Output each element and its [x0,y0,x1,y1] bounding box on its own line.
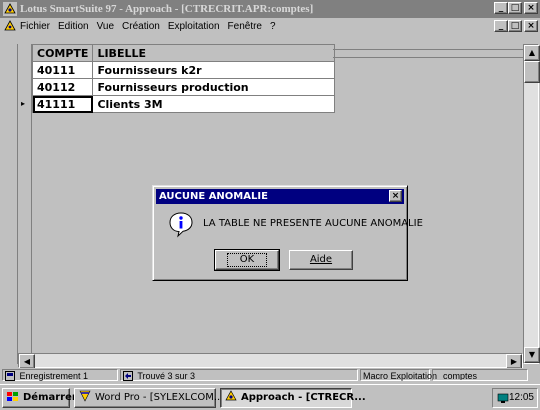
window-title: Lotus SmartSuite 97 - Approach - [CTRECR… [20,3,314,15]
find-icon [123,371,133,381]
accounts-table: COMPTE LIBELLE 40111 Fournisseurs k2r 40… [31,44,336,113]
taskbar-approach-label: Approach - [CTRECR... [241,392,366,403]
table-row[interactable]: 40111 Fournisseurs k2r [31,61,336,79]
table-header: COMPTE LIBELLE [31,44,336,62]
status-view: comptes [443,371,478,381]
tray-network-icon[interactable] [497,392,509,404]
status-mode-panel[interactable]: Enregistrement 1 [2,369,118,381]
help-button[interactable]: Aide [289,250,353,270]
taskbar-word-label: Word Pro - [SYLEXLCOM... [95,392,224,403]
table-row[interactable]: 41111 Clients 3M [31,95,336,113]
status-macro-panel[interactable]: Macro Exploitation [360,369,437,381]
mode-icon [5,371,15,381]
doc-close-button[interactable]: × [524,20,538,32]
record-selector-column [18,44,32,364]
windows-logo-icon [7,392,18,401]
cell-compte[interactable]: 41111 [31,95,94,113]
doc-restore-button[interactable]: □ [508,20,522,32]
screen: Lotus SmartSuite 97 - Approach - [CTRECR… [0,0,540,410]
taskbar-item-word-pro[interactable]: Word Pro - [SYLEXLCOM... [74,388,223,408]
current-record-pointer-icon: ▸ [21,99,26,108]
status-bar: Enregistrement 1 Trouvé 3 sur 3 Macro Ex… [0,368,540,382]
vertical-scroll-thumb[interactable] [524,61,540,83]
ok-button[interactable]: OK [214,249,280,271]
start-label: Démarrer [23,392,77,403]
cell-libelle[interactable]: Clients 3M [92,95,336,113]
document-icon[interactable] [4,20,16,32]
left-frame [0,44,18,364]
menu-bar: Fichier Edition Vue Création Exploitatio… [0,18,540,35]
menu-creation[interactable]: Création [122,18,160,35]
menu-fenetre[interactable]: Fenêtre [228,18,262,35]
ok-button-label: OK [226,253,268,267]
menu-fichier[interactable]: Fichier [20,18,50,35]
approach-icon [225,390,237,401]
help-button-label: Aide [309,254,333,265]
maximize-button[interactable]: □ [508,2,522,14]
menu-exploitation[interactable]: Exploitation [168,18,220,35]
menu-edition[interactable]: Edition [58,18,89,35]
column-header-compte[interactable]: COMPTE [31,44,94,62]
window-controls: _ □ × [494,2,538,14]
info-icon [169,212,193,238]
clock[interactable]: 12:05 [509,389,534,407]
menu-vue[interactable]: Vue [97,18,114,35]
taskbar: Démarrer Word Pro - [SYLEXLCOM... Approa… [0,384,540,410]
document-controls: _ □ × [494,20,538,32]
dialog-title: AUCUNE ANOMALIE [159,191,268,202]
header-divider [333,44,523,58]
table-row[interactable]: 40112 Fournisseurs production [31,78,336,96]
scroll-down-icon[interactable]: ▼ [524,347,540,363]
doc-minimize-button[interactable]: _ [494,20,508,32]
cell-compte[interactable]: 40112 [31,78,94,96]
menu-help[interactable]: ? [270,18,276,35]
column-header-libelle[interactable]: LIBELLE [92,44,336,62]
vertical-scrollbar[interactable]: ▲ ▼ [523,44,540,364]
status-found: Trouvé 3 sur 3 [137,371,196,381]
start-button[interactable]: Démarrer [2,388,77,408]
scroll-right-icon[interactable]: ▶ [506,354,522,369]
taskbar-item-approach[interactable]: Approach - [CTRECR... [220,388,366,408]
window-titlebar[interactable]: Lotus SmartSuite 97 - Approach - [CTRECR… [0,0,540,18]
status-macro: Macro Exploitation [363,371,438,381]
cell-libelle[interactable]: Fournisseurs k2r [92,61,336,79]
dialog-titlebar[interactable]: AUCUNE ANOMALIE × [156,189,404,204]
system-tray: 12:05 [492,388,538,408]
worksheet-area: ▸ COMPTE LIBELLE 40111 Fournisseurs k2r … [0,35,540,369]
dialog-close-button[interactable]: × [389,190,402,202]
dialog-message: LA TABLE NE PRESENTE AUCUNE ANOMALIE [203,218,423,229]
cell-compte[interactable]: 40111 [31,61,94,79]
status-view-panel[interactable]: comptes [432,369,528,381]
lotus-app-icon[interactable] [3,2,17,16]
minimize-button[interactable]: _ [494,2,508,14]
cell-libelle[interactable]: Fournisseurs production [92,78,336,96]
close-button[interactable]: × [524,2,538,14]
scroll-left-icon[interactable]: ◀ [19,354,35,369]
status-mode: Enregistrement 1 [19,371,89,381]
no-anomaly-dialog: AUCUNE ANOMALIE × LA TABLE NE PRESENTE A… [152,185,423,281]
scroll-up-icon[interactable]: ▲ [524,45,540,61]
word-pro-icon [79,390,91,402]
horizontal-scrollbar[interactable]: ◀ ▶ [18,353,523,369]
status-found-panel[interactable]: Trouvé 3 sur 3 [120,369,358,381]
